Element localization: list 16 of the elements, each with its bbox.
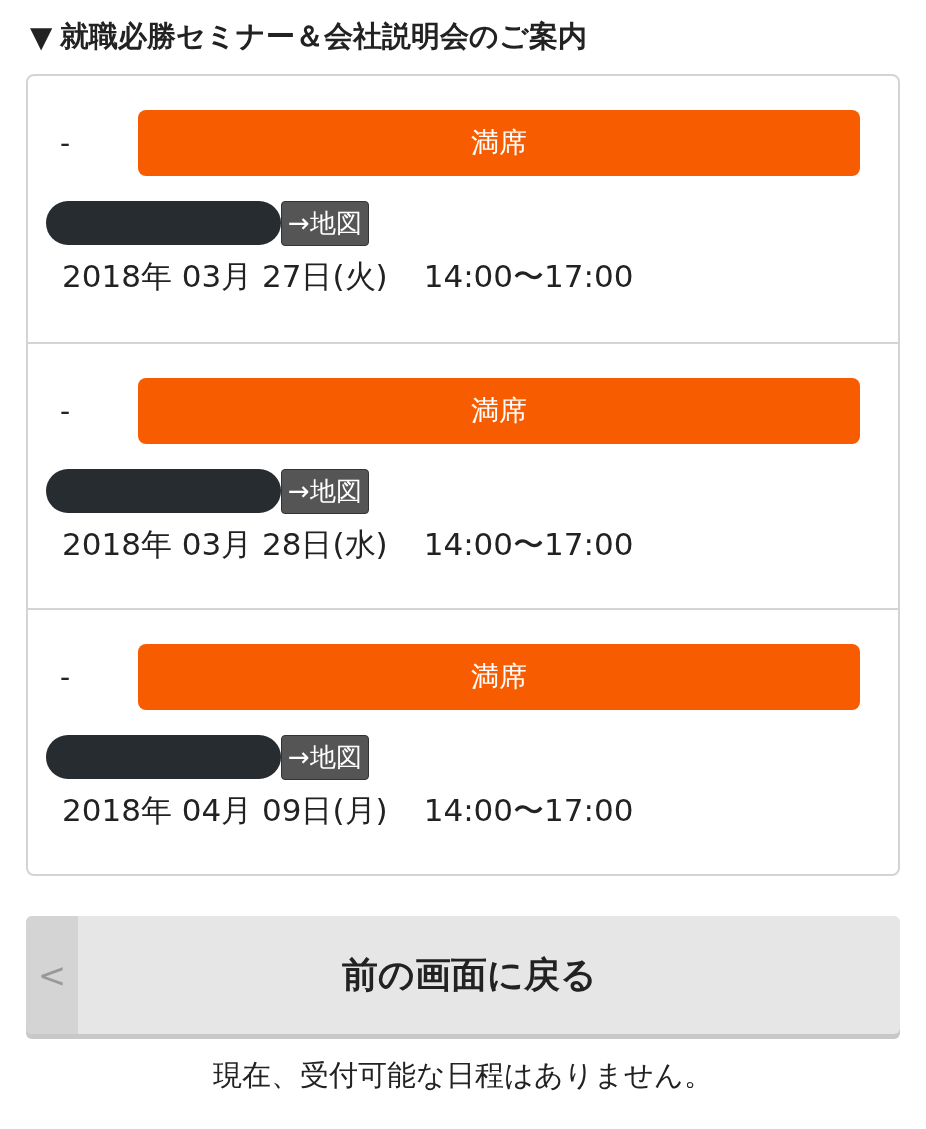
session-date: 2018年 04月 09日(月) bbox=[62, 791, 388, 830]
notice-text: 現在、受付可能な日程はありません。 bbox=[212, 1057, 714, 1094]
session-time: 14:00〜17:00 bbox=[423, 525, 634, 564]
section-title: 就職必勝セミナー＆会社説明会のご案内 bbox=[60, 18, 588, 55]
dash-text: - bbox=[59, 126, 72, 160]
session-date: 2018年 03月 27日(火) bbox=[62, 257, 388, 296]
map-link[interactable]: →地図 bbox=[281, 468, 369, 514]
map-link[interactable]: →地図 bbox=[281, 200, 369, 246]
map-link[interactable]: →地図 bbox=[281, 734, 369, 780]
session-date: 2018年 03月 28日(水) bbox=[62, 525, 388, 564]
triangle-icon: ▼ bbox=[30, 20, 53, 54]
dash-text: - bbox=[59, 394, 72, 428]
chevron-icon: < bbox=[26, 916, 78, 1034]
session-time: 14:00〜17:00 bbox=[423, 791, 634, 830]
session-time: 14:00〜17:00 bbox=[423, 257, 634, 296]
dash-text: - bbox=[59, 660, 72, 694]
